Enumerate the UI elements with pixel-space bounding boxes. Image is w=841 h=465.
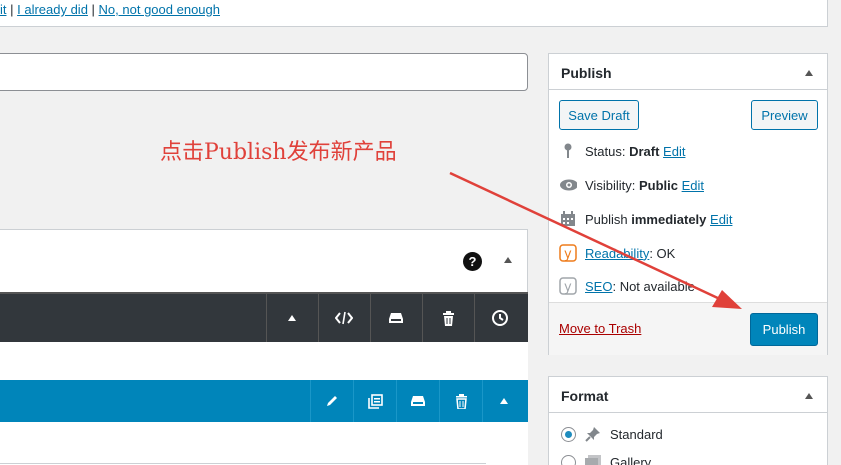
arrow-up-icon	[500, 398, 508, 404]
visibility-row: Visibility: Public Edit	[559, 176, 704, 194]
format-box: Format Standard Gallery	[548, 376, 828, 465]
code-icon	[335, 311, 353, 325]
divider	[0, 463, 486, 464]
seo-link[interactable]: SEO	[585, 279, 612, 294]
preview-button[interactable]: Preview	[751, 100, 818, 130]
annotation-text: 点击Publish发布新产品	[160, 140, 397, 165]
drawer-button[interactable]	[370, 294, 421, 342]
block-content-row	[0, 342, 528, 380]
format-option-label: Standard	[610, 426, 663, 442]
save-draft-button[interactable]: Save Draft	[559, 100, 639, 130]
edit-publish-time-link[interactable]: Edit	[710, 212, 732, 227]
readability-value: : OK	[649, 245, 676, 261]
drawer-icon	[389, 313, 403, 323]
pin-icon	[559, 142, 577, 160]
seo-value: : Not available	[612, 278, 695, 294]
delete-block-button[interactable]	[439, 380, 482, 422]
trash-icon	[442, 310, 454, 326]
radio-button[interactable]	[561, 426, 576, 442]
svg-text:y: y	[564, 247, 572, 262]
eye-icon	[559, 176, 577, 194]
block-content-row	[0, 422, 528, 465]
collapse-arrow-icon[interactable]	[805, 393, 813, 399]
product-data-header[interactable]: ?	[0, 230, 527, 292]
notice-separator: |	[6, 2, 18, 17]
svg-text:y: y	[564, 280, 572, 295]
publish-time-label: Publish	[585, 211, 632, 227]
not-good-enough-link[interactable]: No, not good enough	[99, 2, 220, 17]
radio-button[interactable]	[561, 454, 576, 465]
readability-link[interactable]: Readability	[585, 246, 649, 261]
edit-visibility-link[interactable]: Edit	[682, 178, 704, 193]
blue-toolbar	[0, 380, 528, 422]
format-option-gallery[interactable]: Gallery	[561, 453, 651, 465]
publish-box-header[interactable]: Publish	[549, 54, 827, 90]
publish-time-value: immediately	[631, 211, 707, 227]
delete-button[interactable]	[422, 294, 473, 342]
edit-block-button[interactable]	[310, 380, 353, 422]
yoast-readability-icon: y	[559, 244, 577, 262]
publish-box-title: Publish	[561, 65, 612, 81]
arrow-up-icon	[288, 315, 296, 321]
calendar-icon	[559, 210, 577, 228]
pencil-icon	[327, 396, 337, 406]
pushpin-icon	[584, 425, 602, 443]
move-block-up-button[interactable]	[482, 380, 525, 422]
drawer-icon	[411, 396, 425, 406]
trash-icon	[455, 393, 467, 409]
seo-row: y SEO: Not available	[559, 277, 695, 295]
duplicate-icon	[367, 393, 383, 409]
format-box-title: Format	[561, 388, 609, 404]
visibility-value: Public	[638, 177, 678, 193]
status-value: Draft	[629, 143, 660, 159]
post-title-input[interactable]	[0, 53, 528, 91]
gallery-icon	[584, 453, 602, 465]
code-button[interactable]	[318, 294, 369, 342]
publish-box: Publish Save Draft Preview Status: Draft…	[548, 53, 828, 355]
review-notice-links: it | I already did | No, not good enough	[0, 2, 220, 17]
status-label: Status:	[585, 143, 630, 159]
readability-row: y Readability: OK	[559, 244, 675, 262]
notice-separator: |	[87, 2, 99, 17]
format-box-header[interactable]: Format	[549, 377, 827, 413]
collapse-arrow-icon[interactable]	[805, 70, 813, 76]
already-did-link[interactable]: I already did	[17, 2, 88, 17]
dark-toolbar	[0, 292, 528, 342]
history-button[interactable]	[474, 294, 525, 342]
move-up-button[interactable]	[266, 294, 317, 342]
publish-actions: Move to Trash Publish	[549, 302, 827, 355]
publish-button[interactable]: Publish	[750, 313, 818, 346]
edit-status-link[interactable]: Edit	[663, 144, 685, 159]
review-notice: it | I already did | No, not good enough	[0, 0, 828, 27]
yoast-seo-icon: y	[559, 277, 577, 295]
duplicate-block-button[interactable]	[353, 380, 396, 422]
format-option-standard[interactable]: Standard	[561, 425, 663, 443]
format-option-label: Gallery	[610, 454, 652, 465]
visibility-label: Visibility:	[585, 177, 639, 193]
history-icon	[492, 310, 508, 326]
help-icon[interactable]: ?	[463, 252, 482, 271]
drawer-block-button[interactable]	[396, 380, 439, 422]
publish-time-row: Publish immediately Edit	[559, 210, 732, 228]
collapse-arrow-icon[interactable]	[504, 257, 512, 263]
status-row: Status: Draft Edit	[559, 142, 685, 160]
move-to-trash-link[interactable]: Move to Trash	[559, 321, 641, 336]
